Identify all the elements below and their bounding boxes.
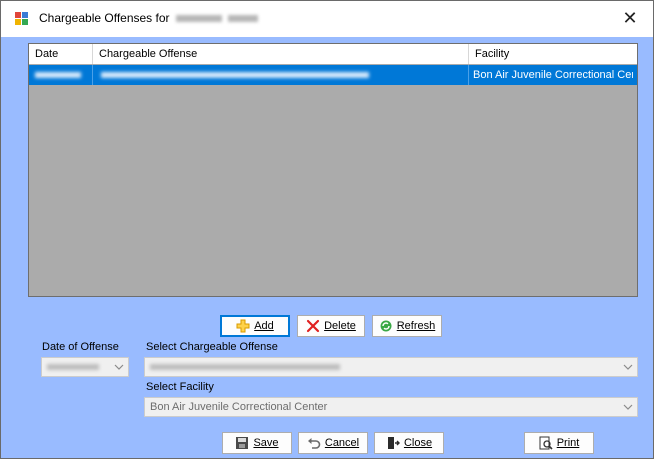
close-button[interactable]: Close xyxy=(374,432,444,454)
save-label: Save xyxy=(253,437,279,449)
facility-select-value: Bon Air Juvenile Correctional Center xyxy=(150,401,328,413)
cell-date xyxy=(29,65,93,85)
column-header-facility[interactable]: Facility xyxy=(469,44,633,64)
offenses-grid[interactable]: Date Chargeable Offense Facility Bon Air… xyxy=(28,43,638,297)
redacted-name xyxy=(227,15,258,23)
title-bar: Chargeable Offenses for ✕ xyxy=(1,1,653,37)
chevron-down-icon xyxy=(622,361,634,373)
delete-x-icon xyxy=(306,319,320,333)
save-button[interactable]: Save xyxy=(222,432,292,454)
chevron-down-icon xyxy=(113,361,125,373)
add-label: Add xyxy=(254,320,274,332)
date-of-offense-value xyxy=(47,358,99,376)
undo-icon xyxy=(307,436,321,450)
refresh-button[interactable]: Refresh xyxy=(372,315,442,337)
app-icon xyxy=(15,12,29,26)
column-header-date[interactable]: Date xyxy=(29,44,93,64)
offense-select-value xyxy=(150,358,340,376)
grid-header: Date Chargeable Offense Facility xyxy=(29,44,637,64)
add-button[interactable]: Add xyxy=(220,315,290,337)
print-preview-icon xyxy=(539,436,553,450)
cell-facility: Bon Air Juvenile Correctional Center xyxy=(473,69,633,81)
redacted-name xyxy=(175,15,222,23)
print-label: Print xyxy=(556,437,580,449)
cell-offense xyxy=(93,65,469,85)
save-icon xyxy=(235,436,249,450)
redacted-date xyxy=(35,72,81,79)
chargeable-offenses-window: Chargeable Offenses for ✕ Date Chargeabl… xyxy=(0,0,654,459)
cancel-button[interactable]: Cancel xyxy=(298,432,368,454)
window-title-text: Chargeable Offenses for xyxy=(39,11,170,25)
close-icon[interactable]: ✕ xyxy=(619,6,641,30)
close-label: Close xyxy=(403,437,433,449)
facility-select[interactable]: Bon Air Juvenile Correctional Center xyxy=(144,397,638,417)
window-title: Chargeable Offenses for xyxy=(39,11,258,25)
redacted-offense xyxy=(150,364,340,371)
delete-button[interactable]: Delete xyxy=(297,315,365,337)
chevron-down-icon xyxy=(622,401,634,413)
date-of-offense-picker[interactable] xyxy=(41,357,129,377)
select-offense-label: Select Chargeable Offense xyxy=(146,341,278,353)
plus-icon xyxy=(236,319,250,333)
delete-label: Delete xyxy=(324,320,356,332)
column-header-offense[interactable]: Chargeable Offense xyxy=(93,44,469,64)
cancel-label: Cancel xyxy=(324,437,360,449)
redacted-date xyxy=(47,364,99,371)
print-button[interactable]: Print xyxy=(524,432,594,454)
offense-select[interactable] xyxy=(144,357,638,377)
date-of-offense-label: Date of Offense xyxy=(42,341,119,353)
redacted-offense xyxy=(101,72,369,79)
exit-door-icon xyxy=(386,436,400,450)
select-facility-label: Select Facility xyxy=(146,381,214,393)
refresh-icon xyxy=(379,319,393,333)
table-row[interactable]: Bon Air Juvenile Correctional Center xyxy=(29,65,637,85)
refresh-label: Refresh xyxy=(396,320,436,332)
